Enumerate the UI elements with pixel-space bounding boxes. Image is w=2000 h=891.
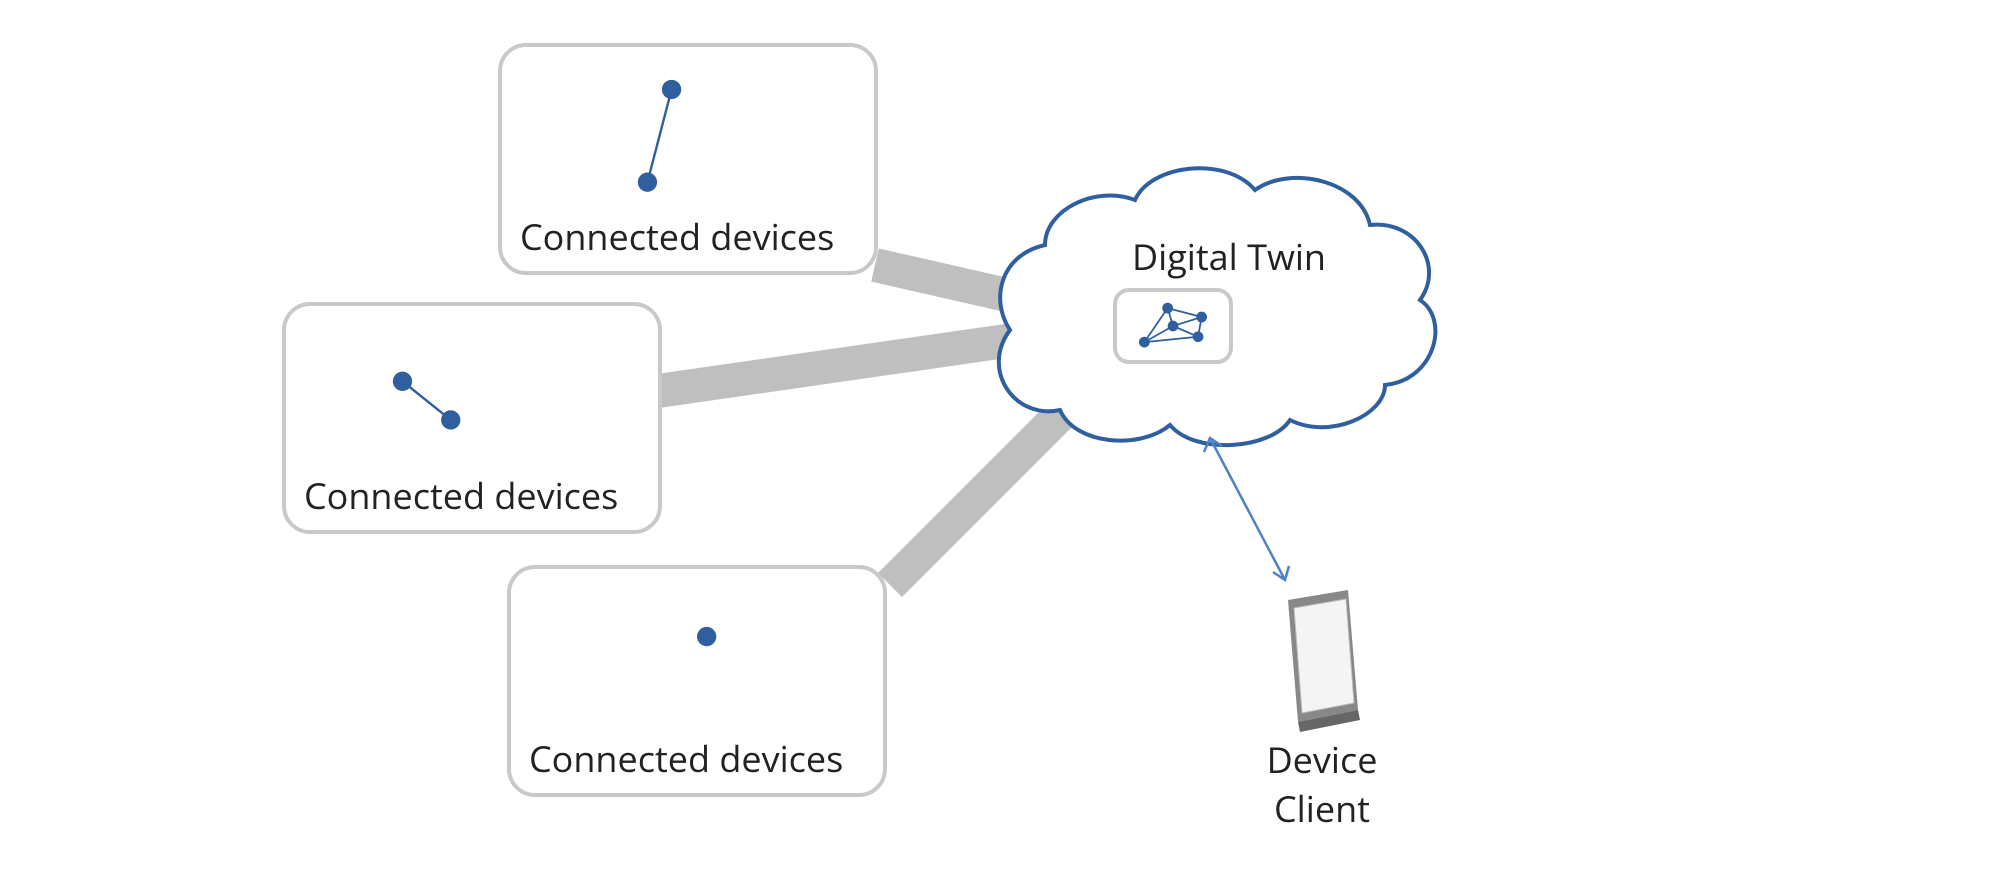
device-client-label: Device Client [1222, 735, 1422, 833]
digital-twin-box [1113, 288, 1233, 364]
twin-graph-icon [1117, 292, 1229, 360]
cloud-label: Digital Twin [1132, 232, 1326, 281]
card-connected-devices-top: Connected devices [498, 43, 878, 275]
device-label-line2: Client [1222, 784, 1422, 833]
card-middle-label: Connected devices [304, 471, 618, 520]
card-connected-devices-middle: Connected devices [282, 302, 662, 534]
card-connected-devices-bottom: Connected devices [507, 565, 887, 797]
cloud-device-arrow [1204, 438, 1289, 580]
diagram-stage: Connected devices Connected devices Conn… [0, 0, 2000, 891]
card-bottom-label: Connected devices [529, 734, 843, 783]
card-top-label: Connected devices [520, 212, 834, 261]
device-label-line1: Device [1222, 735, 1422, 784]
device-icon [1288, 590, 1360, 732]
